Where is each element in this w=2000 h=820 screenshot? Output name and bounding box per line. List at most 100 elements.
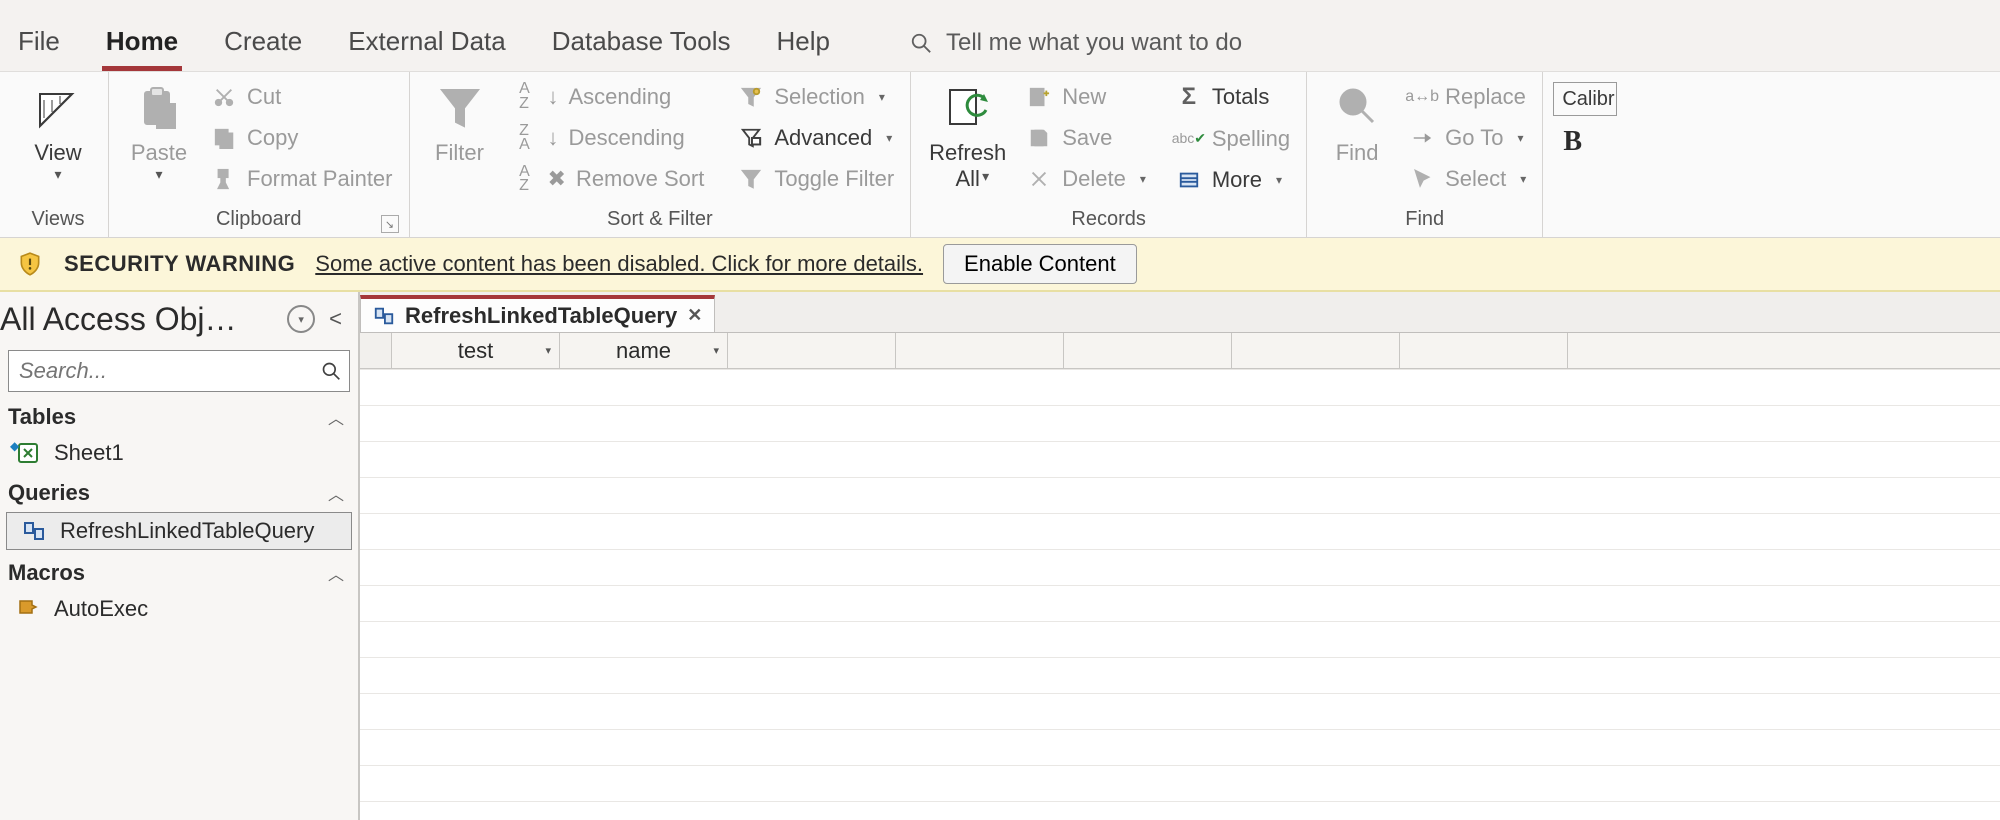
refresh-all-label: Refresh All — [929, 140, 1006, 192]
datasheet-grid[interactable]: test ▾ name ▾ — [360, 332, 2000, 820]
navgroup-queries-label: Queries — [8, 480, 90, 506]
row-selector-header[interactable] — [360, 333, 392, 368]
enable-content-button[interactable]: Enable Content — [943, 244, 1137, 284]
advanced-filter-icon — [738, 127, 764, 149]
navgroup-queries[interactable]: Queries ︿ — [0, 472, 358, 510]
chevron-up-icon: ︿ — [328, 481, 344, 505]
advanced-button[interactable]: Advanced ▾ — [732, 123, 900, 153]
totals-button[interactable]: Σ Totals — [1170, 81, 1296, 113]
column-header-empty[interactable] — [728, 333, 896, 368]
paste-button[interactable]: Paste ▾ — [119, 76, 199, 182]
tab-help[interactable]: Help — [774, 18, 831, 71]
query-icon — [20, 519, 48, 543]
column-dropdown-icon[interactable]: ▾ — [545, 344, 551, 357]
toggle-filter-button[interactable]: Toggle Filter — [732, 164, 900, 194]
column-dropdown-icon[interactable]: ▾ — [713, 344, 719, 357]
column-header-empty[interactable] — [1568, 333, 2000, 368]
navpane-menu-button[interactable]: ▾ — [287, 305, 315, 333]
tab-create[interactable]: Create — [222, 18, 304, 71]
navpane-title[interactable]: All Access Obj… — [0, 301, 279, 338]
cut-button[interactable]: Cut — [205, 82, 399, 112]
navitem-label: AutoExec — [54, 596, 148, 622]
tell-me-search[interactable]: Tell me what you want to do — [910, 29, 1242, 71]
column-header-empty[interactable] — [1232, 333, 1400, 368]
descending-button[interactable]: ZA ↓ Descending — [506, 122, 711, 155]
replace-button[interactable]: a↔b Replace — [1403, 82, 1532, 112]
chevron-down-icon: ▾ — [1517, 131, 1523, 145]
tab-external-data[interactable]: External Data — [346, 18, 508, 71]
navitem-autoexec[interactable]: AutoExec — [0, 590, 358, 628]
sort-desc-icon: ZA — [512, 124, 538, 153]
spelling-icon: abc✔ — [1176, 130, 1202, 147]
tab-database-tools[interactable]: Database Tools — [550, 18, 733, 71]
tab-file[interactable]: File — [16, 18, 62, 71]
navgroup-macros[interactable]: Macros ︿ — [0, 552, 358, 590]
view-button[interactable]: View ▾ — [18, 76, 98, 182]
filter-button[interactable]: Filter — [420, 76, 500, 170]
save-record-button[interactable]: Save — [1020, 123, 1152, 153]
refresh-all-button[interactable]: Refresh All ▾ — [921, 76, 1014, 184]
navitem-sheet1[interactable]: ◆ Sheet1 — [0, 434, 358, 472]
selection-icon — [738, 86, 764, 108]
doc-tab-refreshlinkedtablequery[interactable]: RefreshLinkedTableQuery ✕ — [360, 295, 715, 333]
funnel-icon — [438, 80, 482, 136]
security-warning-message[interactable]: Some active content has been disabled. C… — [315, 251, 923, 277]
delete-record-button[interactable]: Delete ▾ — [1020, 164, 1152, 194]
column-label: name — [616, 338, 671, 364]
font-name-combo[interactable]: Calibr — [1553, 82, 1617, 116]
copy-label: Copy — [247, 125, 298, 151]
refresh-icon — [944, 80, 992, 136]
search-icon — [321, 359, 341, 383]
navpane-search-input[interactable] — [9, 358, 321, 384]
more-label: More — [1212, 167, 1262, 193]
chevron-down-icon: ▾ — [54, 172, 61, 178]
remove-sort-button[interactable]: AZ ✖ Remove Sort — [506, 163, 711, 196]
new-record-button[interactable]: New — [1020, 82, 1152, 112]
navitem-refreshlinkedtablequery[interactable]: RefreshLinkedTableQuery — [6, 512, 352, 550]
group-textfmt-label — [1553, 229, 1617, 237]
totals-label: Totals — [1212, 84, 1269, 110]
spelling-button[interactable]: abc✔ Spelling — [1170, 124, 1296, 154]
save-icon — [1026, 127, 1052, 149]
view-icon — [34, 80, 82, 136]
navpane-collapse-button[interactable]: < — [323, 306, 348, 332]
close-tab-button[interactable]: ✕ — [687, 305, 702, 326]
sort-asc-icon: AZ — [512, 82, 538, 111]
column-header-empty[interactable] — [1400, 333, 1568, 368]
more-button[interactable]: More ▾ — [1170, 165, 1296, 195]
goto-button[interactable]: Go To ▾ — [1403, 123, 1532, 153]
select-button[interactable]: Select ▾ — [1403, 164, 1532, 194]
column-header-name[interactable]: name ▾ — [560, 333, 728, 368]
navgroup-tables[interactable]: Tables ︿ — [0, 396, 358, 434]
column-header-empty[interactable] — [896, 333, 1064, 368]
group-find-label: Find — [1317, 206, 1532, 237]
toggle-filter-label: Toggle Filter — [774, 166, 894, 192]
navpane-search[interactable] — [8, 350, 350, 392]
sigma-icon: Σ — [1176, 83, 1202, 111]
ascending-button[interactable]: AZ ↓ Ascending — [506, 80, 711, 113]
paste-label: Paste — [131, 140, 187, 166]
format-painter-button[interactable]: Format Painter — [205, 164, 399, 194]
chevron-up-icon: ︿ — [328, 561, 344, 585]
scissors-icon — [211, 86, 237, 108]
paste-icon — [135, 80, 183, 136]
ribbon: View ▾ Views Paste ▾ — [0, 72, 2000, 238]
descending-label: Descending — [569, 125, 685, 151]
spelling-label: Spelling — [1212, 126, 1290, 152]
column-header-test[interactable]: test ▾ — [392, 333, 560, 368]
workspace: All Access Obj… ▾ < Tables ︿ ◆ Sheet1 Qu… — [0, 292, 2000, 820]
selection-label: Selection — [774, 84, 865, 110]
tab-home[interactable]: Home — [104, 18, 180, 71]
copy-button[interactable]: Copy — [205, 123, 399, 153]
find-button[interactable]: Find — [1317, 76, 1397, 170]
column-header-empty[interactable] — [1064, 333, 1232, 368]
navitem-label: RefreshLinkedTableQuery — [60, 518, 314, 544]
clipboard-dialog-launcher[interactable]: ↘ — [381, 215, 399, 233]
selection-button[interactable]: Selection ▾ — [732, 82, 900, 112]
chevron-down-icon: ▾ — [879, 90, 885, 104]
remove-sort-label: Remove Sort — [576, 166, 704, 192]
goto-icon — [1409, 127, 1435, 149]
grid-body[interactable] — [360, 369, 2000, 820]
query-icon — [373, 305, 395, 327]
bold-button[interactable]: B — [1553, 126, 1592, 158]
